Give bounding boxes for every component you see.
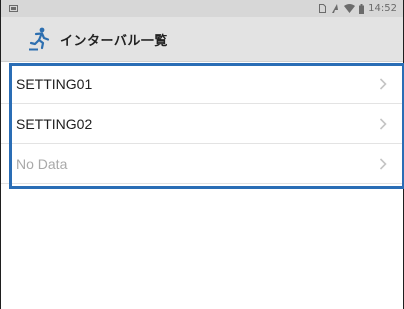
app-bar: インターバル一覧 [1, 17, 403, 62]
interval-list: SETTING01 SETTING02 No Data [1, 64, 403, 184]
list-item-setting02[interactable]: SETTING02 [1, 104, 403, 144]
runner-icon [28, 27, 50, 51]
signal-icon [330, 4, 340, 13]
chevron-right-icon [379, 77, 387, 90]
list-item-label: No Data [16, 155, 68, 172]
sim-icon [319, 4, 327, 13]
status-bar: 14:52 [1, 0, 403, 17]
list-item-no-data[interactable]: No Data [1, 144, 403, 184]
page-title: インターバル一覧 [60, 33, 168, 49]
device-screen: 14:52 インターバル一覧 SETTING01 SETTING02 No Da… [0, 0, 404, 309]
list-item-label: SETTING01 [16, 75, 93, 92]
battery-icon [359, 3, 365, 14]
list-item-label: SETTING02 [16, 115, 93, 132]
status-time: 14:52 [368, 3, 397, 14]
list-item-setting01[interactable]: SETTING01 [1, 64, 403, 104]
wifi-icon [344, 4, 356, 13]
chevron-right-icon [379, 157, 387, 170]
chevron-right-icon [379, 117, 387, 130]
notification-icon [9, 4, 18, 13]
